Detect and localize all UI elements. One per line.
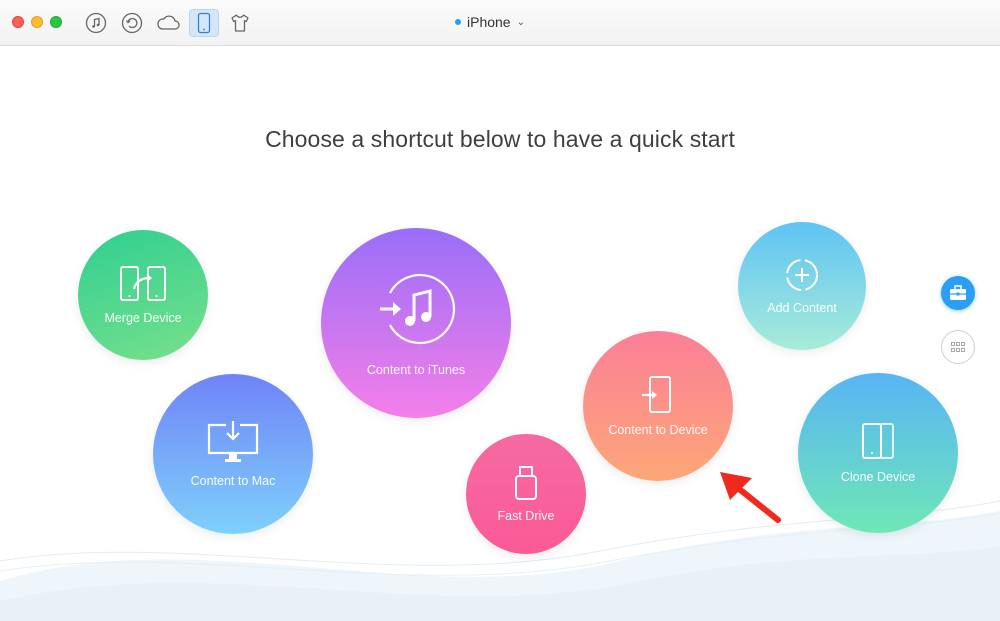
window-minimize-button[interactable] — [31, 16, 43, 28]
page-title: Choose a shortcut below to have a quick … — [265, 126, 735, 152]
device-selector[interactable]: iPhone ⌄ — [455, 12, 525, 32]
tshirt-icon[interactable] — [225, 9, 255, 37]
add-content-label: Add Content — [767, 301, 837, 315]
content-to-mac-button[interactable]: Content to Mac — [153, 374, 313, 534]
toolkit-button[interactable] — [941, 276, 975, 310]
merge-device-label: Merge Device — [104, 311, 182, 325]
clone-device-icon — [862, 423, 894, 459]
annotation-arrow-icon — [720, 472, 781, 523]
usb-drive-icon — [515, 466, 537, 500]
fast-drive-label: Fast Drive — [497, 509, 555, 523]
connection-dot-icon — [455, 19, 461, 25]
content-to-itunes-label: Content to iTunes — [366, 363, 466, 377]
grid-view-button[interactable] — [941, 330, 975, 364]
toolbar: iPhone ⌄ — [0, 0, 1000, 46]
device-name: iPhone — [467, 14, 511, 30]
merge-device-button[interactable]: Merge Device — [78, 230, 208, 360]
content-to-itunes-button[interactable]: Content to iTunes — [321, 228, 511, 418]
content-to-device-button[interactable]: Content to Device — [583, 331, 733, 481]
app-window: iPhone ⌄ Choose a shortcut below to have… — [0, 0, 1000, 621]
clone-device-button[interactable]: Clone Device — [798, 373, 958, 533]
fast-drive-button[interactable]: Fast Drive — [466, 434, 586, 554]
monitor-download-icon — [207, 421, 259, 462]
device-import-icon — [642, 376, 671, 413]
music-icon[interactable] — [81, 9, 111, 37]
content-to-mac-label: Content to Mac — [190, 474, 276, 488]
chevron-down-icon: ⌄ — [516, 17, 525, 28]
phone-icon[interactable] — [189, 9, 219, 37]
itunes-transfer-icon — [380, 273, 456, 345]
clone-device-label: Clone Device — [840, 470, 916, 484]
content-to-device-label: Content to Device — [608, 423, 708, 437]
restore-icon[interactable] — [117, 9, 147, 37]
grid-icon — [951, 342, 965, 352]
add-circle-icon — [786, 259, 818, 291]
cloud-icon[interactable] — [153, 9, 183, 37]
add-content-button[interactable]: Add Content — [738, 222, 866, 350]
toolkit-icon — [950, 285, 966, 300]
window-close-button[interactable] — [12, 16, 24, 28]
window-maximize-button[interactable] — [50, 16, 62, 28]
merge-device-icon — [120, 266, 166, 301]
